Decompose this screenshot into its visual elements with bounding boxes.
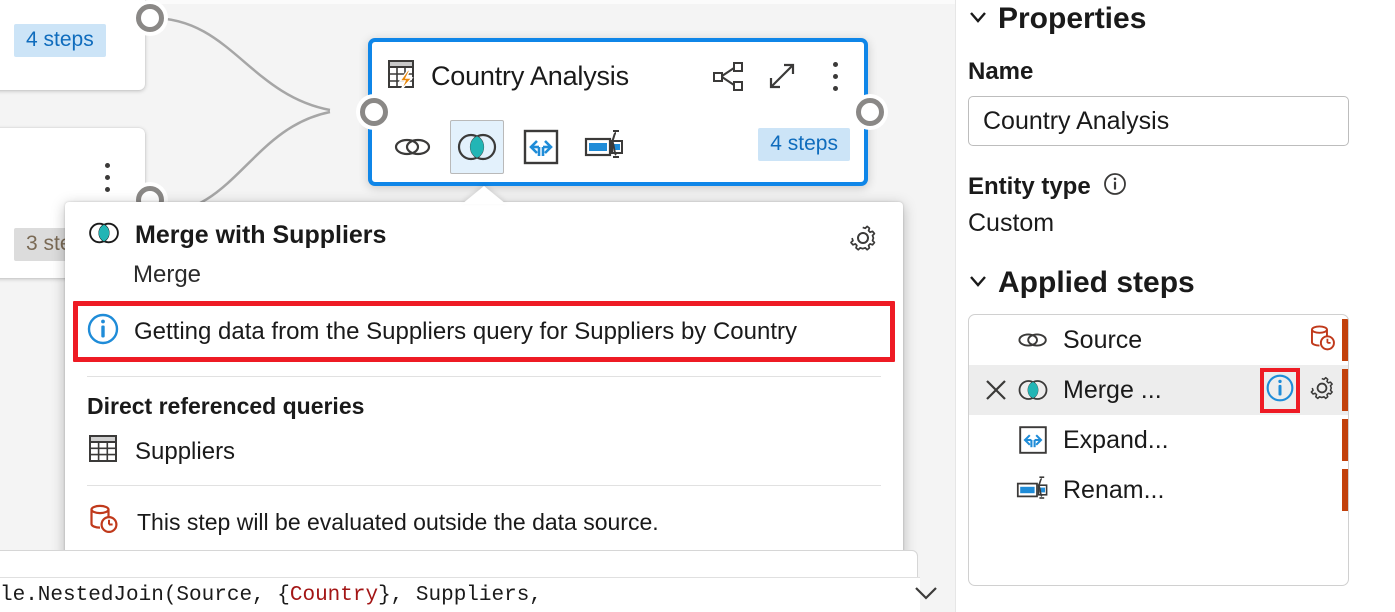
link-source-icon bbox=[1013, 328, 1053, 352]
info-circle-icon[interactable] bbox=[1265, 373, 1295, 408]
step-trailing-icons bbox=[1308, 315, 1338, 365]
chevron-down-icon[interactable] bbox=[911, 583, 941, 608]
properties-section-header[interactable]: Properties bbox=[968, 0, 1349, 36]
popup-referenced-query[interactable]: Suppliers bbox=[65, 420, 903, 471]
popup-section-title: Direct referenced queries bbox=[65, 377, 903, 420]
expand-columns-icon[interactable] bbox=[514, 120, 568, 174]
popup-evaluation-note: This step will be evaluated outside the … bbox=[65, 486, 903, 542]
name-label: Name bbox=[968, 58, 1349, 86]
node-output-port[interactable] bbox=[136, 4, 164, 32]
close-icon[interactable] bbox=[979, 377, 1013, 403]
applied-steps-section-header[interactable]: Applied steps bbox=[968, 266, 1349, 300]
step-info-highlight bbox=[1260, 368, 1300, 413]
step-label: Source bbox=[1063, 326, 1142, 355]
formula-prefix: le.NestedJoin(Source, { bbox=[0, 584, 290, 607]
diagram-canvas[interactable]: 4 steps 3 steps bbox=[0, 0, 955, 612]
step-indicator-bar bbox=[1342, 469, 1348, 511]
expand-diagonal-icon[interactable] bbox=[764, 56, 800, 96]
rename-columns-icon bbox=[1013, 474, 1053, 506]
formula-highlight: Country bbox=[290, 584, 378, 607]
properties-pane-inner: Properties Name Country Analysis Entity … bbox=[956, 0, 1395, 586]
merge-venn-icon[interactable] bbox=[450, 120, 504, 174]
node-steps-row: 4 steps bbox=[372, 110, 864, 184]
popup-info-highlight: Getting data from the Suppliers query fo… bbox=[73, 301, 895, 362]
info-circle-icon bbox=[86, 312, 120, 351]
applied-step-row[interactable]: Merge ... bbox=[969, 365, 1348, 415]
popup-title: Merge with Suppliers bbox=[135, 221, 386, 250]
gear-icon[interactable] bbox=[845, 220, 881, 261]
popup-subtitle: Merge bbox=[65, 251, 903, 289]
step-indicator-bar bbox=[1342, 419, 1348, 461]
step-label: Merge ... bbox=[1063, 376, 1162, 405]
chevron-down-icon[interactable] bbox=[968, 274, 986, 292]
popup-arrow bbox=[462, 186, 506, 204]
rename-columns-icon[interactable] bbox=[578, 120, 632, 174]
applied-steps-title: Applied steps bbox=[998, 266, 1195, 300]
expand-columns-icon bbox=[1013, 424, 1053, 456]
step-label: Expand... bbox=[1063, 426, 1169, 455]
name-input-value: Country Analysis bbox=[983, 107, 1169, 136]
node-output-port[interactable] bbox=[856, 98, 884, 126]
node-steps-badge[interactable]: 4 steps bbox=[758, 128, 850, 161]
entity-type-row: Entity type bbox=[968, 172, 1349, 201]
info-circle-icon[interactable] bbox=[1103, 172, 1127, 201]
step-indicator-bar bbox=[1342, 319, 1348, 361]
step-trailing-icons bbox=[1260, 365, 1338, 415]
step-indicator-bar bbox=[1342, 369, 1348, 411]
table-icon bbox=[87, 432, 119, 471]
entity-type-label: Entity type bbox=[968, 173, 1091, 201]
gear-icon[interactable] bbox=[1306, 372, 1338, 409]
applied-step-row[interactable]: Renam... bbox=[969, 465, 1348, 515]
step-label: Renam... bbox=[1063, 476, 1164, 505]
popup-info-text: Getting data from the Suppliers query fo… bbox=[134, 318, 797, 346]
diagram-node-partial-top[interactable]: 4 steps bbox=[0, 0, 145, 90]
diagram-node-country-analysis[interactable]: Country Analysis bbox=[368, 38, 868, 186]
node-steps-badge[interactable]: 4 steps bbox=[14, 24, 106, 57]
step-details-popup: Merge with Suppliers Merge bbox=[65, 202, 903, 580]
share-nodes-icon[interactable] bbox=[710, 56, 746, 96]
applied-step-row[interactable]: Source bbox=[969, 315, 1348, 365]
formula-suffix: }, Suppliers, bbox=[378, 584, 542, 607]
referenced-query-name: Suppliers bbox=[135, 438, 235, 466]
evaluation-note-text: This step will be evaluated outside the … bbox=[137, 509, 659, 536]
database-clock-icon bbox=[87, 502, 121, 542]
formula-bar[interactable]: le.NestedJoin(Source, { Country }, Suppl… bbox=[0, 577, 920, 612]
merge-venn-icon bbox=[87, 220, 121, 251]
table-lightning-icon bbox=[386, 57, 420, 96]
more-vertical-icon[interactable] bbox=[105, 156, 111, 199]
node-header-tools bbox=[710, 56, 854, 96]
database-clock-icon[interactable] bbox=[1308, 323, 1338, 358]
link-source-icon[interactable] bbox=[386, 120, 440, 174]
node-title: Country Analysis bbox=[431, 61, 629, 92]
entity-type-value: Custom bbox=[968, 209, 1349, 238]
more-vertical-icon[interactable] bbox=[818, 56, 854, 96]
properties-pane: Properties Name Country Analysis Entity … bbox=[955, 0, 1395, 612]
properties-title: Properties bbox=[998, 2, 1146, 36]
popup-header: Merge with Suppliers bbox=[65, 202, 903, 251]
applied-steps-list: Source bbox=[968, 314, 1349, 586]
node-header: Country Analysis bbox=[372, 42, 864, 110]
applied-step-row[interactable]: Expand... bbox=[969, 415, 1348, 465]
merge-venn-icon bbox=[1013, 378, 1053, 402]
chevron-down-icon[interactable] bbox=[968, 10, 986, 28]
app-root: 4 steps 3 steps bbox=[0, 0, 1395, 612]
name-input[interactable]: Country Analysis bbox=[968, 96, 1349, 146]
node-input-port[interactable] bbox=[360, 98, 388, 126]
